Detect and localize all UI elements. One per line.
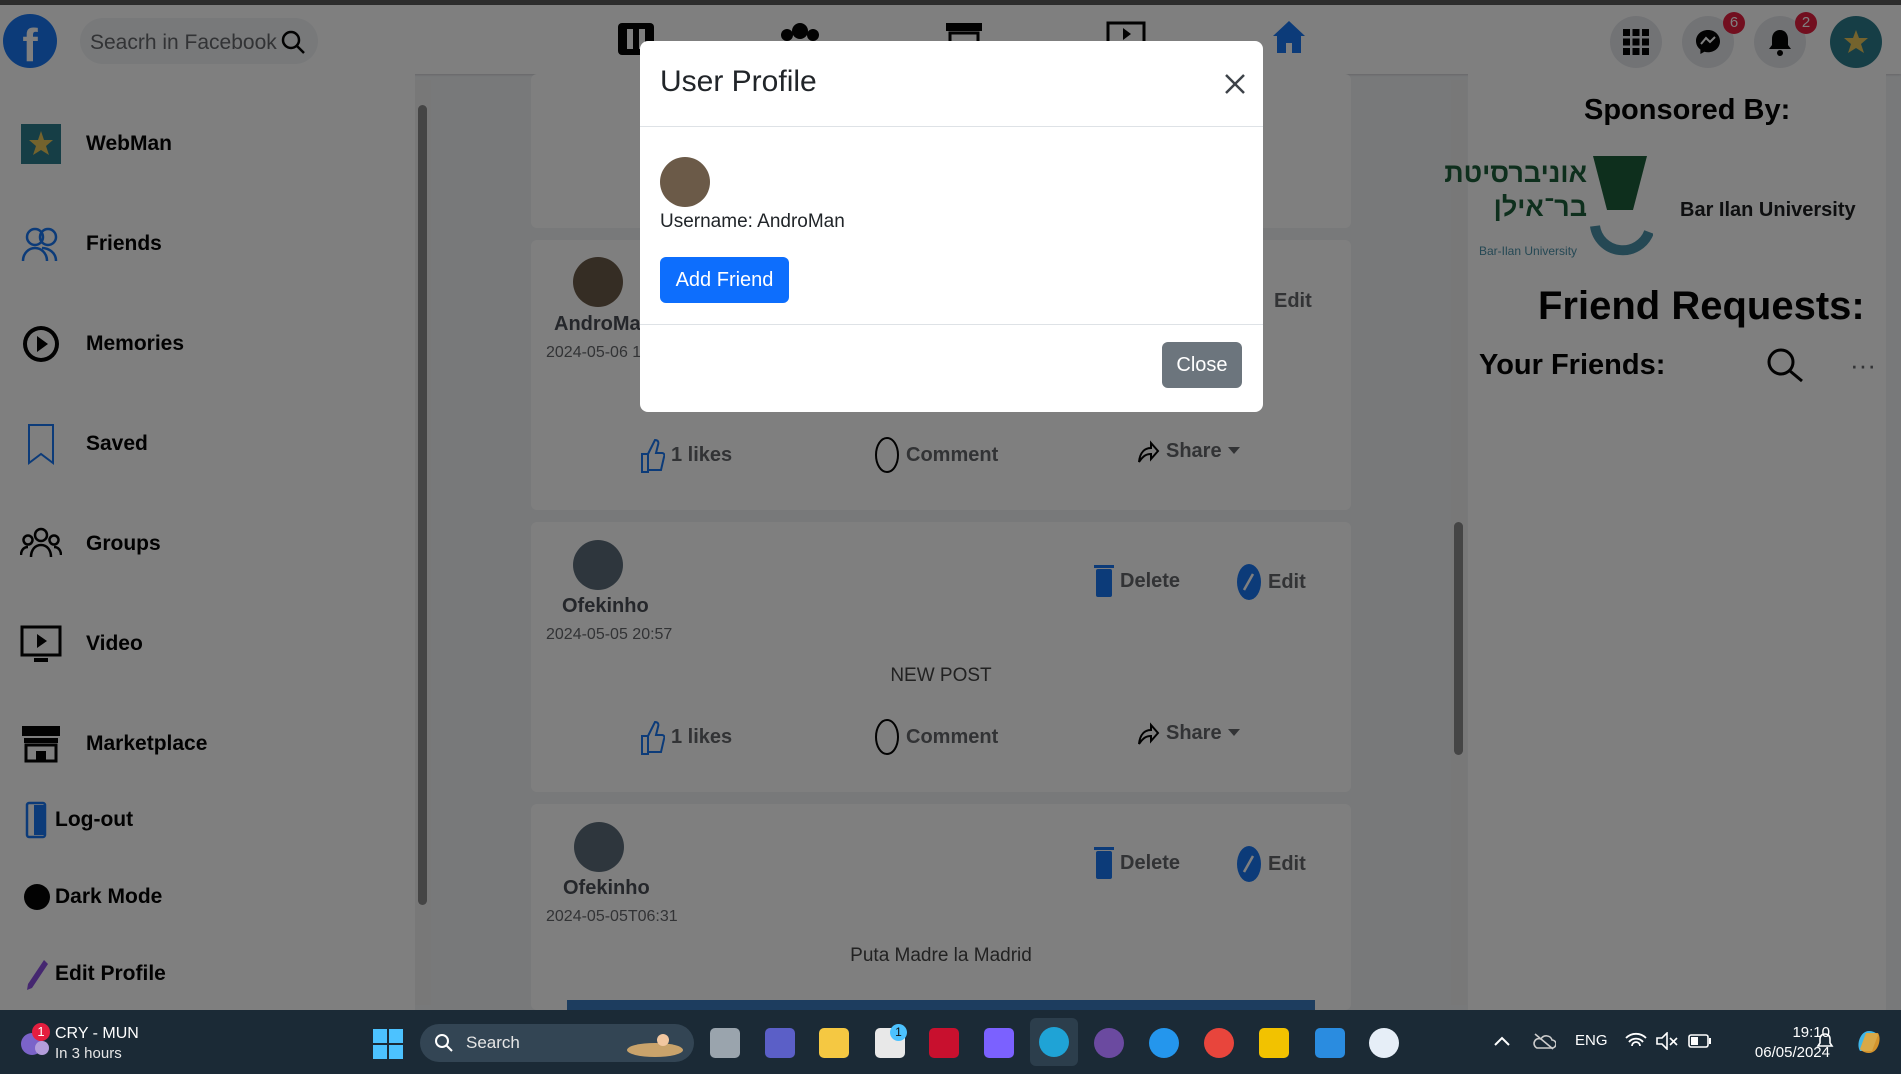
tool-icon[interactable] (1259, 1028, 1289, 1058)
onedrive-icon[interactable] (1532, 1032, 1556, 1050)
file-explorer-icon[interactable] (819, 1028, 849, 1058)
chrome-icon[interactable] (1204, 1028, 1234, 1058)
user-profile-modal: User Profile Username: AndroMan Add Frie… (640, 41, 1263, 412)
modal-header: User Profile (640, 41, 1263, 127)
weather-badge: 1 (32, 1023, 50, 1041)
username-text: Username: AndroMan (660, 211, 845, 232)
battery-icon[interactable] (1688, 1034, 1712, 1048)
avatar (660, 157, 710, 207)
close-button[interactable]: Close (1162, 342, 1242, 388)
edge-active-tile[interactable] (1030, 1018, 1078, 1066)
task-view-icon[interactable] (710, 1028, 740, 1058)
app-icon[interactable] (1094, 1028, 1124, 1058)
windows-taskbar: 1 CRY - MUN In 3 hours Search 1 ENG 19:1… (0, 1010, 1901, 1074)
copilot-icon[interactable] (1854, 1027, 1884, 1057)
search-icon (435, 1034, 453, 1052)
modal-title: User Profile (660, 65, 817, 98)
mcafee-icon[interactable] (929, 1028, 959, 1058)
teams-icon[interactable] (765, 1028, 795, 1058)
chevron-up-icon[interactable] (1494, 1036, 1510, 1046)
wifi-icon[interactable] (1625, 1032, 1647, 1050)
android-studio-icon[interactable] (1369, 1028, 1399, 1058)
weather-widget[interactable]: 1 (18, 1022, 50, 1063)
windows-start-icon[interactable] (373, 1029, 403, 1059)
weather-title: CRY - MUN (55, 1025, 139, 1042)
notification-center-icon[interactable] (1815, 1032, 1835, 1052)
add-friend-button[interactable]: Add Friend (660, 257, 789, 303)
taskbar-search-label: Search (466, 1033, 520, 1052)
store-badge: 1 (890, 1024, 907, 1041)
close-icon[interactable] (1220, 69, 1250, 99)
taskbar-search[interactable]: Search (420, 1024, 694, 1062)
modal-footer: Close (640, 324, 1263, 412)
docker-icon[interactable] (1149, 1028, 1179, 1058)
search-highlight-icon (627, 1034, 683, 1057)
edge-icon (1039, 1027, 1069, 1057)
copilot-app-icon[interactable] (984, 1028, 1014, 1058)
vscode-icon[interactable] (1315, 1028, 1345, 1058)
weather-subtitle: In 3 hours (55, 1045, 122, 1062)
language-indicator[interactable]: ENG (1575, 1032, 1608, 1049)
volume-muted-icon[interactable] (1656, 1032, 1678, 1050)
